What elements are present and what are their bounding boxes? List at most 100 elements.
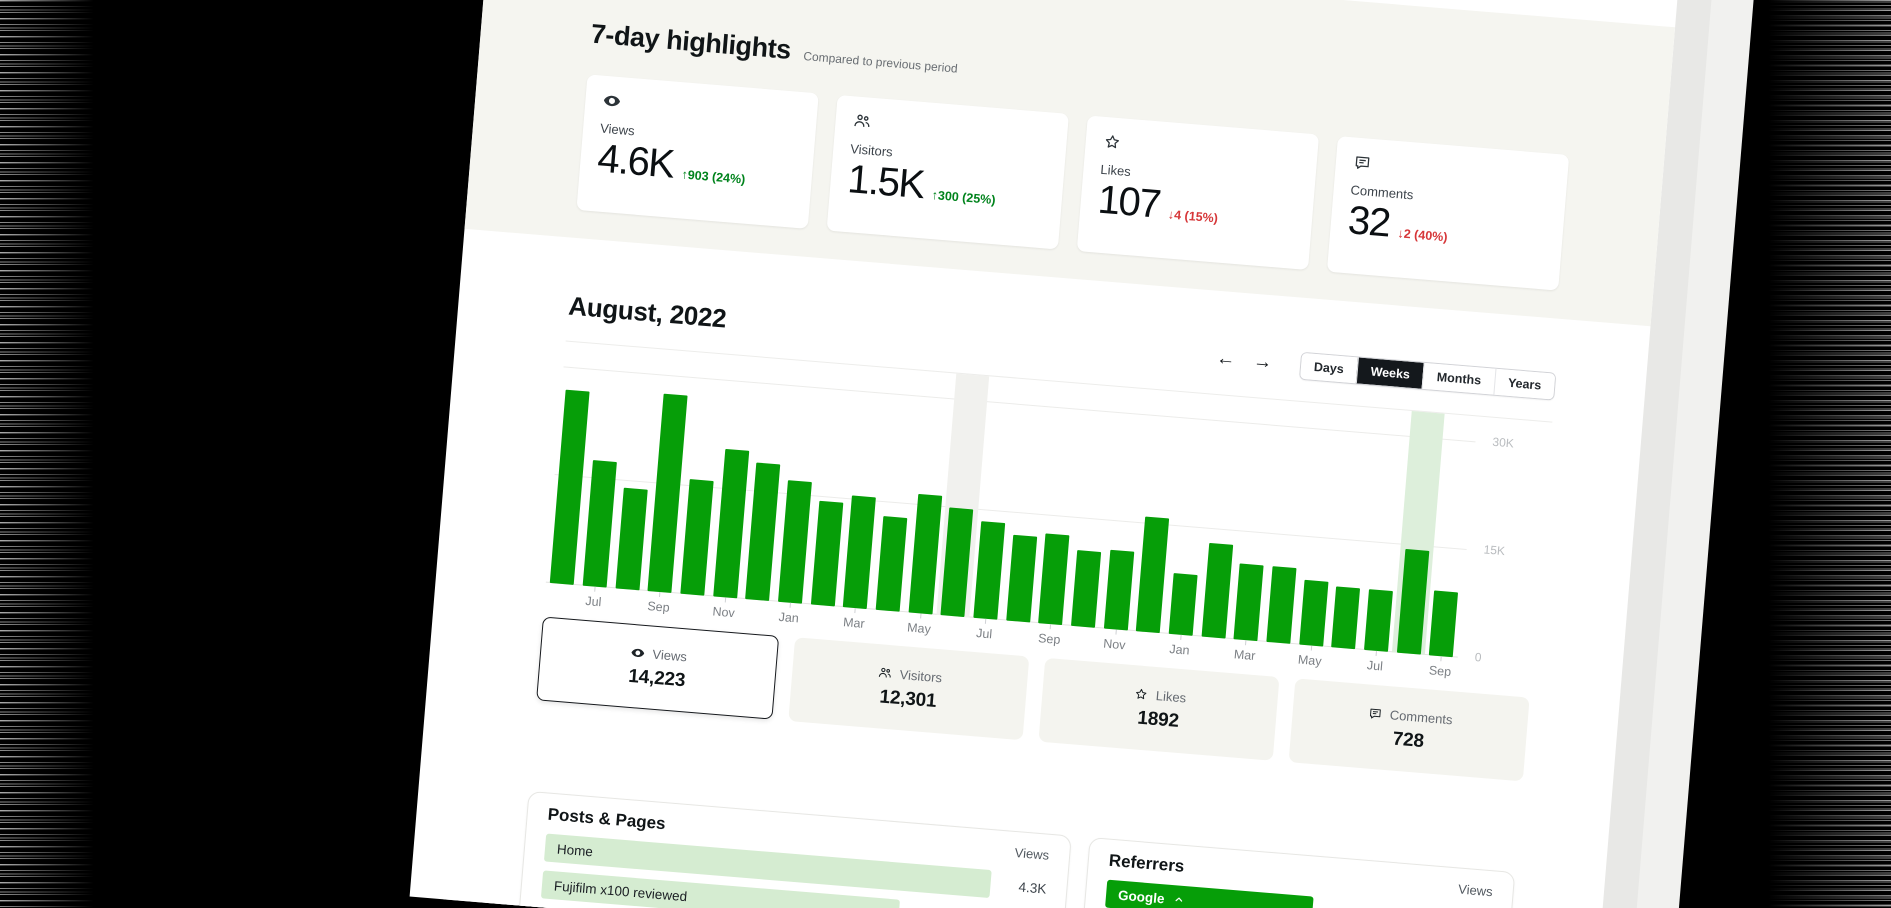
x-axis-slot	[543, 583, 578, 616]
chart-bar[interactable]	[1332, 586, 1361, 649]
y-axis-tick-label: 15K	[1483, 542, 1505, 558]
noise-edge-right	[1721, 0, 1891, 908]
card-value: 107	[1096, 178, 1161, 227]
row-views-value: 4.3K	[1000, 877, 1047, 896]
x-axis-slot	[674, 593, 709, 626]
chart-bar[interactable]	[973, 521, 1005, 620]
tile-label: Visitors	[899, 666, 942, 684]
visitors-icon	[877, 665, 893, 681]
row-label: Google	[1118, 887, 1166, 906]
card-value: 1.5K	[846, 157, 925, 207]
card-delta: ↓2 (40%)	[1397, 226, 1448, 244]
views-highlight-card: Views 4.6K ↑903 (24%)	[576, 74, 818, 229]
chart-bar[interactable]	[941, 507, 974, 617]
summary-tile-likes[interactable]: Likes 1892	[1038, 658, 1279, 761]
chart-bar[interactable]	[1136, 517, 1169, 634]
chart-bar[interactable]	[908, 494, 942, 615]
visitors-icon	[852, 111, 872, 131]
chart-bar[interactable]	[1299, 580, 1328, 647]
highlights-subtitle: Compared to previous period	[802, 49, 958, 81]
x-axis-slot	[739, 599, 774, 632]
x-axis-slot	[999, 620, 1034, 653]
star-icon	[1133, 686, 1149, 702]
comment-icon	[1352, 152, 1372, 172]
x-axis-slot: Mar	[1227, 639, 1262, 672]
y-axis-tick-label: 30K	[1492, 435, 1514, 451]
x-axis-slot: Jan	[771, 601, 806, 634]
row-label: Home	[556, 841, 593, 859]
tile-value: 728	[1392, 728, 1425, 752]
stats-page: 7-day highlights Compared to previous pe…	[410, 0, 1680, 908]
period-title: August, 2022	[567, 290, 727, 335]
card-delta: ↑903 (24%)	[681, 167, 746, 186]
eye-icon	[602, 91, 622, 111]
y-axis-tick-label: 0	[1474, 650, 1482, 665]
tile-value: 12,301	[879, 686, 938, 713]
chart-bar[interactable]	[1039, 533, 1070, 625]
screenshot-scene: 7-day highlights Compared to previous pe…	[0, 0, 1891, 908]
x-axis-slot: Sep	[1422, 655, 1457, 688]
prev-period-button[interactable]: ←	[1211, 346, 1240, 374]
chart-bar[interactable]	[876, 516, 908, 612]
chart-bar[interactable]	[1397, 549, 1429, 655]
chart-bar[interactable]	[1169, 573, 1198, 636]
card-delta: ↑300 (25%)	[931, 188, 996, 207]
highlights-title: 7-day highlights	[590, 17, 793, 67]
x-axis-slot	[608, 588, 643, 621]
tile-value: 14,223	[628, 665, 687, 692]
tile-label: Likes	[1155, 688, 1186, 705]
posts-pages-card: Posts & Pages Views Home4.3KFujifilm x10…	[511, 791, 1071, 908]
summary-tile-visitors[interactable]: Visitors 12,301	[788, 637, 1029, 740]
x-axis-slot: Jul	[967, 617, 1002, 650]
tile-label: Comments	[1389, 707, 1453, 727]
x-axis-slot: Jul	[1357, 650, 1392, 683]
x-axis-slot: Nov	[1097, 628, 1132, 661]
chart-bar[interactable]	[811, 501, 843, 607]
x-axis-slot: Jul	[576, 585, 611, 618]
chart-bar[interactable]	[680, 479, 713, 596]
card-delta: ↓4 (15%)	[1167, 207, 1218, 225]
tab-years[interactable]: Years	[1493, 369, 1555, 400]
chart-bar[interactable]	[1429, 590, 1458, 657]
x-axis-slot	[1325, 647, 1360, 680]
row-label: Fujifilm x100 reviewed	[553, 878, 687, 904]
chart-bar[interactable]	[1266, 566, 1296, 644]
summary-tile-comments[interactable]: Comments 728	[1289, 678, 1530, 781]
chart-bar[interactable]	[1006, 535, 1037, 623]
chart-bar[interactable]	[1104, 550, 1134, 631]
x-axis-slot: May	[1292, 644, 1327, 677]
chevron-up-icon[interactable]	[1172, 893, 1185, 906]
tile-label: Views	[652, 646, 688, 664]
x-axis-slot: Jan	[1162, 634, 1197, 667]
eye-icon	[630, 644, 646, 660]
noise-edge-left	[0, 0, 120, 908]
card-value: 4.6K	[596, 137, 675, 187]
chart-bar[interactable]	[1364, 589, 1393, 652]
chart-bar[interactable]	[1071, 550, 1101, 628]
period-section: August, 2022 ← → Days Weeks Months Years…	[410, 229, 1561, 908]
comment-icon	[1367, 705, 1383, 721]
tile-value: 1892	[1137, 707, 1180, 732]
star-icon	[1102, 132, 1122, 152]
x-axis-slot: Sep	[641, 591, 676, 624]
x-axis-slot: May	[902, 612, 937, 645]
x-axis-slot	[869, 609, 904, 642]
chart-bar[interactable]	[1201, 543, 1233, 639]
chart-controls: ← → Days Weeks Months Years	[1211, 345, 1556, 401]
next-period-button[interactable]: →	[1248, 349, 1277, 377]
summary-tile-views[interactable]: Views 14,223	[536, 617, 779, 720]
tab-weeks[interactable]: Weeks	[1356, 357, 1424, 388]
x-axis-slot: Nov	[706, 596, 741, 629]
referrers-card: Referrers Views Google6.2K	[1073, 837, 1516, 908]
posts-pages-title: Posts & Pages	[547, 804, 667, 836]
chart-bar[interactable]	[1234, 563, 1264, 641]
x-axis-slot	[1064, 625, 1099, 658]
tab-days[interactable]: Days	[1300, 353, 1358, 383]
chart-bar[interactable]	[843, 495, 876, 609]
comments-highlight-card: Comments 32 ↓2 (40%)	[1327, 136, 1569, 291]
tab-months[interactable]: Months	[1422, 363, 1495, 395]
visitors-highlight-card: Visitors 1.5K ↑300 (25%)	[827, 95, 1069, 250]
x-axis-slot	[1390, 652, 1425, 685]
chart-bar[interactable]	[615, 488, 647, 591]
likes-highlight-card: Likes 107 ↓4 (15%)	[1077, 115, 1319, 270]
